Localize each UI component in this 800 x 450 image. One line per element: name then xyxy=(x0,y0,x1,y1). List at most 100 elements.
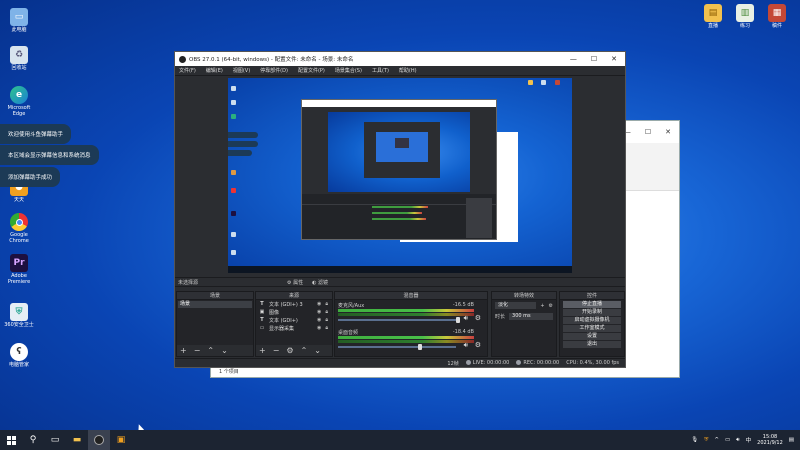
lock-icon[interactable]: 🔒︎ xyxy=(325,309,328,315)
mixer-channel: 麦克风/Aux -16.5 dB 🔊︎ ⚙ xyxy=(338,302,484,328)
volume-slider[interactable] xyxy=(338,346,456,348)
up-icon[interactable]: ⌃ xyxy=(207,346,214,355)
eye-icon[interactable]: ◉ xyxy=(317,325,321,331)
desktop-icon-premiere[interactable]: Pr Adobe Premiere xyxy=(2,254,36,286)
source-item[interactable]: T 文本 (GDI+) ◉ 🔒︎ xyxy=(256,316,332,324)
source-item[interactable]: T 文本 (GDI+) 3 ◉ 🔒︎ xyxy=(256,300,332,308)
computer-icon: ▭ xyxy=(10,8,28,26)
desktop-icon-computer[interactable]: ▭ 此电脑 xyxy=(2,8,36,34)
volume-knob[interactable] xyxy=(456,317,460,323)
task-view-icon[interactable]: ▭ xyxy=(44,430,66,450)
studio-mode-button[interactable]: 工作室模式 xyxy=(563,325,621,332)
volume-icon[interactable]: 🔊︎ xyxy=(736,437,739,444)
start-recording-button[interactable]: 开始录制 xyxy=(563,309,621,316)
scenes-header: 场景 xyxy=(177,292,253,300)
notification-icon[interactable]: ▤ xyxy=(789,437,794,443)
ime-icon[interactable]: 中 xyxy=(746,436,752,444)
menu-file[interactable]: 文件(F) xyxy=(179,67,196,74)
transitions-dock: 转场特效 淡化 + ⚙ 时长 300 ms xyxy=(491,291,557,357)
gear-icon[interactable]: ⚙ xyxy=(549,303,553,309)
minimize-button[interactable]: — xyxy=(570,55,577,63)
desktop-icon-live[interactable]: ▤ 直播 xyxy=(696,4,730,30)
duration-input[interactable]: 300 ms xyxy=(509,313,553,320)
gear-icon[interactable]: ⚙ xyxy=(475,314,481,322)
volume-knob[interactable] xyxy=(418,344,422,350)
close-button[interactable]: ✕ xyxy=(665,128,671,136)
exit-button[interactable]: 退出 xyxy=(563,341,621,348)
clock[interactable]: 15:08 2021/9/12 xyxy=(757,434,783,446)
desktop-icon-label: 360安全卫士 xyxy=(4,322,34,328)
add-icon[interactable]: + xyxy=(180,346,187,355)
down-icon[interactable]: ⌄ xyxy=(314,346,321,355)
source-name: 显示器采集 xyxy=(269,325,295,332)
source-item[interactable]: ▣ 图像 ◉ 🔒︎ xyxy=(256,308,332,316)
file-explorer-icon[interactable]: ▬ xyxy=(66,430,88,450)
virtual-camera-button[interactable]: 启动虚拟摄像机 xyxy=(563,317,621,324)
doc-icon: ▦ xyxy=(768,4,786,22)
desktop-icon-draft[interactable]: ▦ 稿件 xyxy=(760,4,794,30)
desktop-icon-recycle[interactable]: ♻ 回收站 xyxy=(2,46,36,72)
filters-button[interactable]: ◐ 滤镜 xyxy=(312,279,328,286)
lock-icon[interactable]: 🔒︎ xyxy=(325,325,328,331)
settings-button[interactable]: 设置 xyxy=(563,333,621,340)
desktop-icon-edge[interactable]: e Microsoft Edge xyxy=(2,86,36,118)
scene-item[interactable]: 场景 xyxy=(178,301,252,308)
network-icon[interactable]: ▭ xyxy=(725,437,730,443)
menu-view[interactable]: 视图(V) xyxy=(233,67,250,74)
obs-logo-icon xyxy=(179,55,186,63)
mic-icon[interactable]: 🎙︎ xyxy=(691,437,698,443)
menu-tools[interactable]: 工具(T) xyxy=(372,67,389,74)
mixer-channel: 桌面音频 -18.4 dB 🔊︎ ⚙ xyxy=(338,329,484,355)
shield-icon: ⛨ xyxy=(10,303,28,321)
lock-icon[interactable]: 🔒︎ xyxy=(325,317,328,323)
remove-icon[interactable]: − xyxy=(194,346,201,355)
speaker-icon[interactable]: 🔊︎ xyxy=(464,314,468,323)
transition-select[interactable]: 淡化 xyxy=(495,302,537,309)
remove-icon[interactable]: − xyxy=(273,346,280,355)
close-button[interactable]: ✕ xyxy=(611,55,617,63)
app-taskbar-icon[interactable]: ▣ xyxy=(110,430,132,450)
desktop-icon-bear[interactable]: ʕ 电脑管家 xyxy=(2,343,36,369)
menu-scene-collection[interactable]: 场景集合(S) xyxy=(335,67,362,74)
maximize-button[interactable]: ☐ xyxy=(645,128,651,136)
source-item[interactable]: ▭ 显示器采集 ◉ 🔒︎ xyxy=(256,324,332,332)
speaker-icon[interactable]: 🔊︎ xyxy=(464,341,468,350)
desktop-icon-practice[interactable]: ▥ 练习 xyxy=(728,4,762,30)
gear-icon[interactable]: ⚙ xyxy=(475,341,481,349)
level-meter xyxy=(338,340,474,343)
up-icon[interactable]: ⌃ xyxy=(301,346,308,355)
obs-taskbar-icon[interactable] xyxy=(88,430,110,450)
menu-edit[interactable]: 编辑(E) xyxy=(206,67,223,74)
volume-slider[interactable] xyxy=(338,319,456,321)
menu-docks[interactable]: 停靠部件(D) xyxy=(260,67,288,74)
preview-toast xyxy=(228,132,258,138)
eye-icon[interactable]: ◉ xyxy=(317,317,321,323)
obs-window[interactable]: OBS 27.0.1 (64-bit, windows) - 配置文件: 未命名… xyxy=(174,51,626,368)
down-icon[interactable]: ⌄ xyxy=(221,346,228,355)
source-toolbar: 未选择源 ⚙ 属性 ◐ 滤镜 xyxy=(175,277,625,287)
desktop-icon-360[interactable]: ⛨ 360安全卫士 xyxy=(2,303,36,329)
menu-profile[interactable]: 配置文件(P) xyxy=(298,67,325,74)
shield-icon[interactable]: ⛨ xyxy=(704,437,708,444)
menu-help[interactable]: 帮助(H) xyxy=(399,67,417,74)
preview-taskbar xyxy=(228,266,572,273)
add-icon[interactable]: + xyxy=(259,346,266,355)
maximize-button[interactable]: ☐ xyxy=(591,55,597,63)
lock-icon[interactable]: 🔒︎ xyxy=(325,301,328,307)
start-button[interactable] xyxy=(0,430,22,450)
eye-icon[interactable]: ◉ xyxy=(317,301,321,307)
chevron-up-icon[interactable]: ^ xyxy=(714,437,719,443)
gear-icon[interactable]: ⚙ xyxy=(286,346,293,355)
preview-desktop-icon xyxy=(231,100,236,105)
desktop-icon-chrome[interactable]: Google Chrome xyxy=(2,213,36,245)
chrome-icon xyxy=(10,213,28,231)
eye-icon[interactable]: ◉ xyxy=(317,309,321,315)
level-meter xyxy=(338,309,474,312)
stop-streaming-button[interactable]: 停止直播 xyxy=(563,301,621,308)
rec-status: REC: 00:00:00 xyxy=(516,360,559,366)
add-icon[interactable]: + xyxy=(540,303,544,309)
status-bar: 12帧 LIVE: 00:00:00 REC: 00:00:00 CPU: 0.… xyxy=(175,358,625,367)
properties-button[interactable]: ⚙ 属性 xyxy=(287,279,303,286)
search-icon[interactable]: ⚲ xyxy=(22,430,44,450)
preview-canvas[interactable] xyxy=(228,78,572,273)
